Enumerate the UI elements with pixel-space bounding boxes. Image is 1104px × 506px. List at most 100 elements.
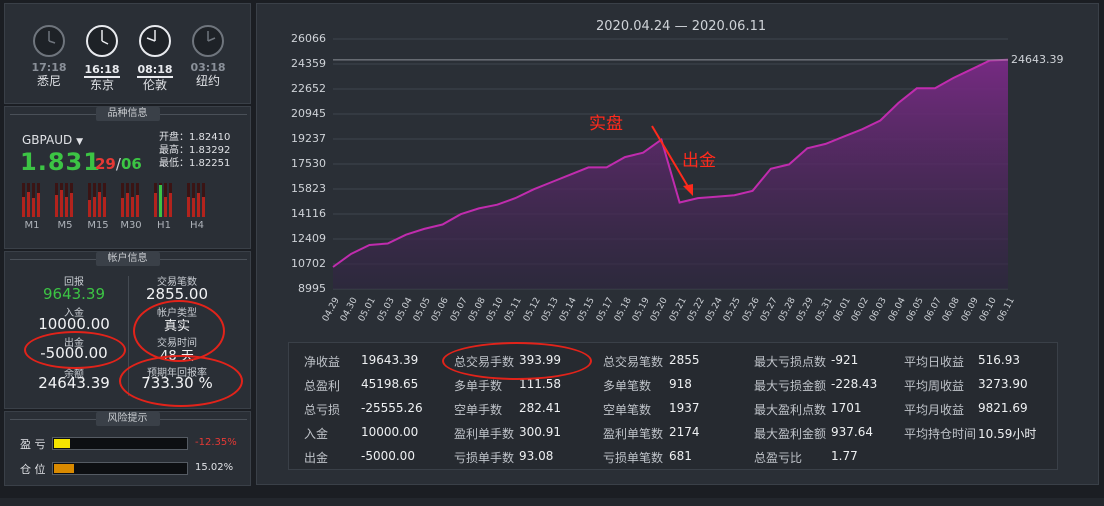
timeframe-strength-bars [55, 183, 75, 217]
stat-label: 最大亏损点数 [754, 355, 827, 369]
profit-loss-value: -12.35% [195, 437, 237, 448]
chart-title: 2020.04.24 — 2020.06.11 [596, 19, 767, 34]
stat-label: 多单手数 [454, 379, 503, 393]
stat-label: 出金 [304, 451, 329, 465]
stat-value: 45198.65 [361, 377, 419, 391]
stat-value: 1701 [831, 401, 862, 415]
position-label: 仓 位 [20, 463, 46, 476]
stat-label: 亏损单手数 [454, 451, 515, 465]
clock-icon [86, 25, 118, 57]
timeframe-strength-bars [187, 183, 207, 217]
stat-value: 10000.00 [361, 425, 419, 439]
stat-label: 总盈利 [304, 379, 341, 393]
stat-label: 平均周收益 [904, 379, 965, 393]
stat-value: 2174 [669, 425, 700, 439]
y-tick-label: 8995 [298, 282, 326, 295]
timeframe-label-m1[interactable]: M1 [20, 220, 44, 231]
chevron-down-icon: ▼ [76, 137, 83, 147]
return-value: 9643.39 [42, 285, 106, 303]
timeframe-label-m15[interactable]: M15 [86, 220, 110, 231]
y-tick-label: 14116 [291, 207, 326, 220]
stat-label: 多单笔数 [603, 379, 652, 393]
clock-london: 08:18 伦敦 [135, 24, 175, 93]
clock-sydney: 17:18 悉尼 [29, 24, 69, 89]
y-tick-label: 15823 [291, 182, 326, 195]
clock-city: 东京 [89, 78, 114, 92]
timeframe-label-m5[interactable]: M5 [53, 220, 77, 231]
y-tick-label: 20945 [291, 107, 326, 120]
stat-label: 平均月收益 [904, 403, 965, 417]
stat-value: 3273.90 [978, 377, 1028, 391]
stat-value: 19643.39 [361, 353, 419, 367]
clock-icon [33, 25, 65, 57]
stat-value: 937.64 [831, 425, 873, 439]
clock-time: 08:18 [137, 63, 173, 78]
world-clock-panel: 17:18 悉尼 16:18 东京 08:18 伦敦 03:18 纽约 [4, 3, 251, 104]
stat-label: 总盈亏比 [754, 451, 803, 465]
clock-city: 伦敦 [142, 78, 167, 92]
position-value: 15.02% [195, 462, 234, 473]
stat-value: 1937 [669, 401, 700, 415]
stat-value: 516.93 [978, 353, 1020, 367]
stat-label: 平均持仓时间 [904, 427, 977, 441]
position-bar [52, 462, 188, 475]
account-section-title: 帐户信息 [4, 252, 251, 266]
stat-label: 最大亏损金额 [754, 379, 827, 393]
stat-value: 93.08 [519, 449, 554, 463]
y-tick-label: 17530 [291, 157, 326, 170]
stat-label: 净收益 [304, 355, 341, 369]
timeframe-label-h4[interactable]: H4 [185, 220, 209, 231]
stat-value: -228.43 [831, 377, 878, 391]
stat-label: 盈利单手数 [454, 427, 515, 441]
timeframe-label-m30[interactable]: M30 [119, 220, 143, 231]
stat-label: 盈利单笔数 [603, 427, 664, 441]
y-tick-label: 26066 [291, 32, 326, 45]
highlight-circle [442, 342, 592, 380]
timeframe-label-h1[interactable]: H1 [152, 220, 176, 231]
y-tick-label: 12409 [291, 232, 326, 245]
stat-label: 最大盈利金额 [754, 427, 827, 441]
stat-label: 空单手数 [454, 403, 503, 417]
stat-value: 282.41 [519, 401, 561, 415]
clock-time: 16:18 [84, 63, 120, 78]
timeframe-strength-bars [88, 183, 108, 217]
stat-value: 2855 [669, 353, 700, 367]
highlight-circle [133, 300, 225, 362]
symbol-section-title: 品种信息 [4, 107, 251, 121]
stat-label: 亏损单笔数 [603, 451, 664, 465]
highlight-circle [119, 355, 243, 407]
stat-value: 9821.69 [978, 401, 1028, 415]
clock-icon [192, 25, 224, 57]
stat-value: -921 [831, 353, 859, 367]
stat-label: 空单笔数 [603, 403, 652, 417]
annotation-withdraw: 出金 [682, 151, 716, 171]
stat-value: -25555.26 [361, 401, 423, 415]
risk-section-title: 风险提示 [4, 412, 251, 426]
y-tick-label: 19237 [291, 132, 326, 145]
y-tick-label: 22652 [291, 82, 326, 95]
stat-label: 总交易笔数 [603, 355, 664, 369]
highlight-circle [24, 331, 126, 369]
symbol-selector[interactable]: GBPAUD ▼ [22, 133, 83, 147]
annotation-live: 实盘 [589, 114, 623, 134]
clock-city: 纽约 [195, 74, 220, 88]
balance-value: 24643.39 [38, 374, 110, 392]
timeframe-strength-bars [121, 183, 141, 217]
last-value-label: 24643.39 [1011, 52, 1064, 66]
clock-icon [139, 25, 171, 57]
timeframe-strength-bars [154, 183, 174, 217]
open-price: 开盘：1.82410 [159, 132, 231, 143]
low-price: 最低：1.82251 [159, 158, 231, 169]
price-fraction: 29/06 [95, 155, 142, 173]
price-main: 1.831 [20, 148, 101, 176]
stat-label: 平均日收益 [904, 355, 965, 369]
stat-value: -5000.00 [361, 449, 415, 463]
clock-city: 悉尼 [36, 74, 61, 88]
clock-newyork: 03:18 纽约 [188, 24, 228, 89]
high-price: 最高：1.83292 [159, 145, 231, 156]
clock-tokyo: 16:18 东京 [82, 24, 122, 93]
y-tick-label: 10702 [291, 257, 326, 270]
clock-time: 17:18 [31, 61, 67, 74]
stat-value: 10.59小时 [978, 427, 1037, 441]
stat-value: 300.91 [519, 425, 561, 439]
